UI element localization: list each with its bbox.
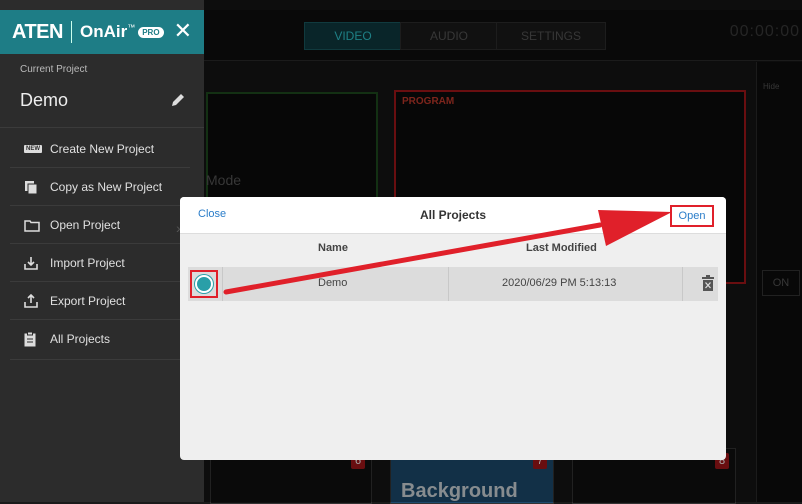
annotation-arrow: [223, 210, 672, 295]
